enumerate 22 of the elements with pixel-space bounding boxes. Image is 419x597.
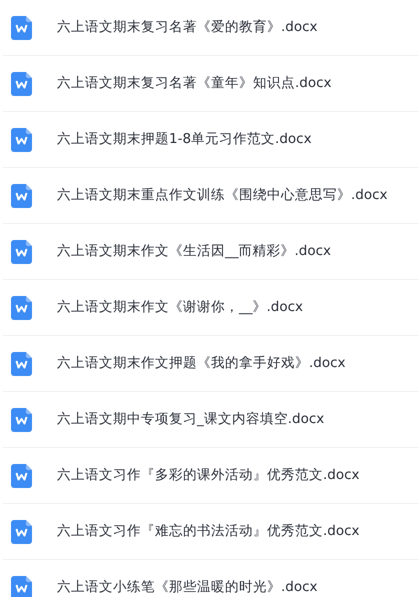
document-icon [11, 296, 32, 320]
file-name[interactable]: 六上语文小练笔《那些温暖的时光》.docx [57, 577, 318, 597]
file-name[interactable]: 六上语文习作『多彩的课外活动』优秀范文.docx [57, 465, 360, 486]
document-icon [11, 128, 32, 152]
file-name[interactable]: 六上语文期末作文《谢谢你，__》.docx [57, 297, 304, 318]
document-icon [11, 16, 32, 40]
file-name[interactable]: 六上语文期末作文《生活因__而精彩》.docx [57, 241, 332, 262]
file-name[interactable]: 六上语文习作『难忘的书法活动』优秀范文.docx [57, 521, 360, 542]
document-icon [11, 464, 32, 488]
file-name[interactable]: 六上语文期末复习名著《童年》知识点.docx [57, 73, 332, 94]
document-icon [11, 520, 32, 544]
file-name[interactable]: 六上语文期末重点作文训练《围绕中心意思写》.docx [57, 185, 388, 206]
document-icon [11, 72, 32, 96]
file-name[interactable]: 六上语文期末复习名著《爱的教育》.docx [57, 17, 318, 38]
document-icon [11, 408, 32, 432]
document-icon [11, 184, 32, 208]
document-icon [11, 576, 32, 597]
file-name[interactable]: 六上语文期中专项复习_课文内容填空.docx [57, 409, 324, 430]
file-name[interactable]: 六上语文期末押题1-8单元习作范文.docx [57, 129, 312, 150]
document-icon [11, 352, 32, 376]
file-name[interactable]: 六上语文期末作文押题《我的拿手好戏》.docx [57, 353, 346, 374]
document-icon [11, 240, 32, 264]
